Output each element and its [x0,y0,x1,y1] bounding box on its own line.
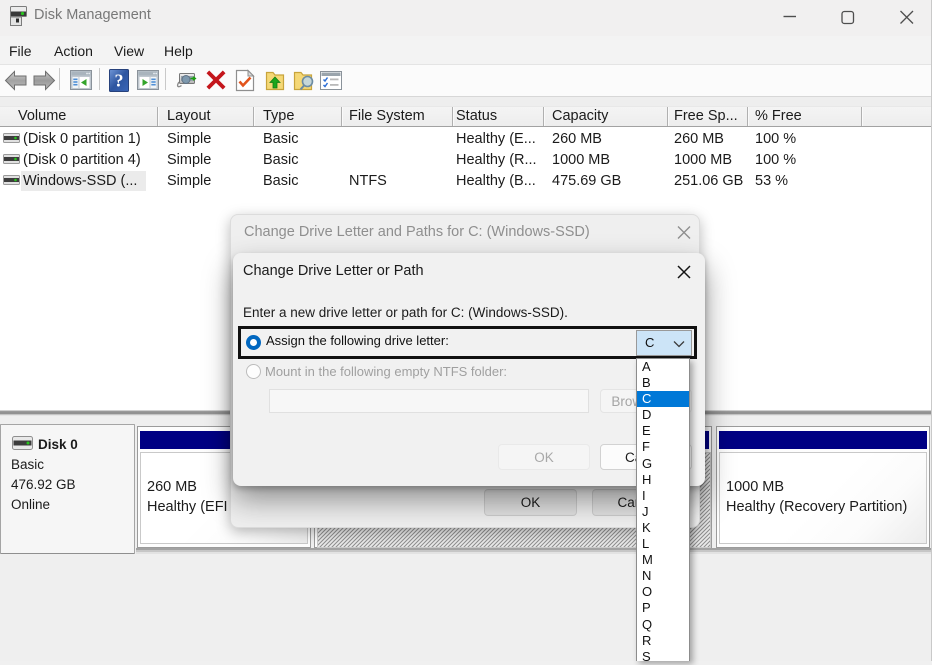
svg-text:?: ? [115,71,124,91]
